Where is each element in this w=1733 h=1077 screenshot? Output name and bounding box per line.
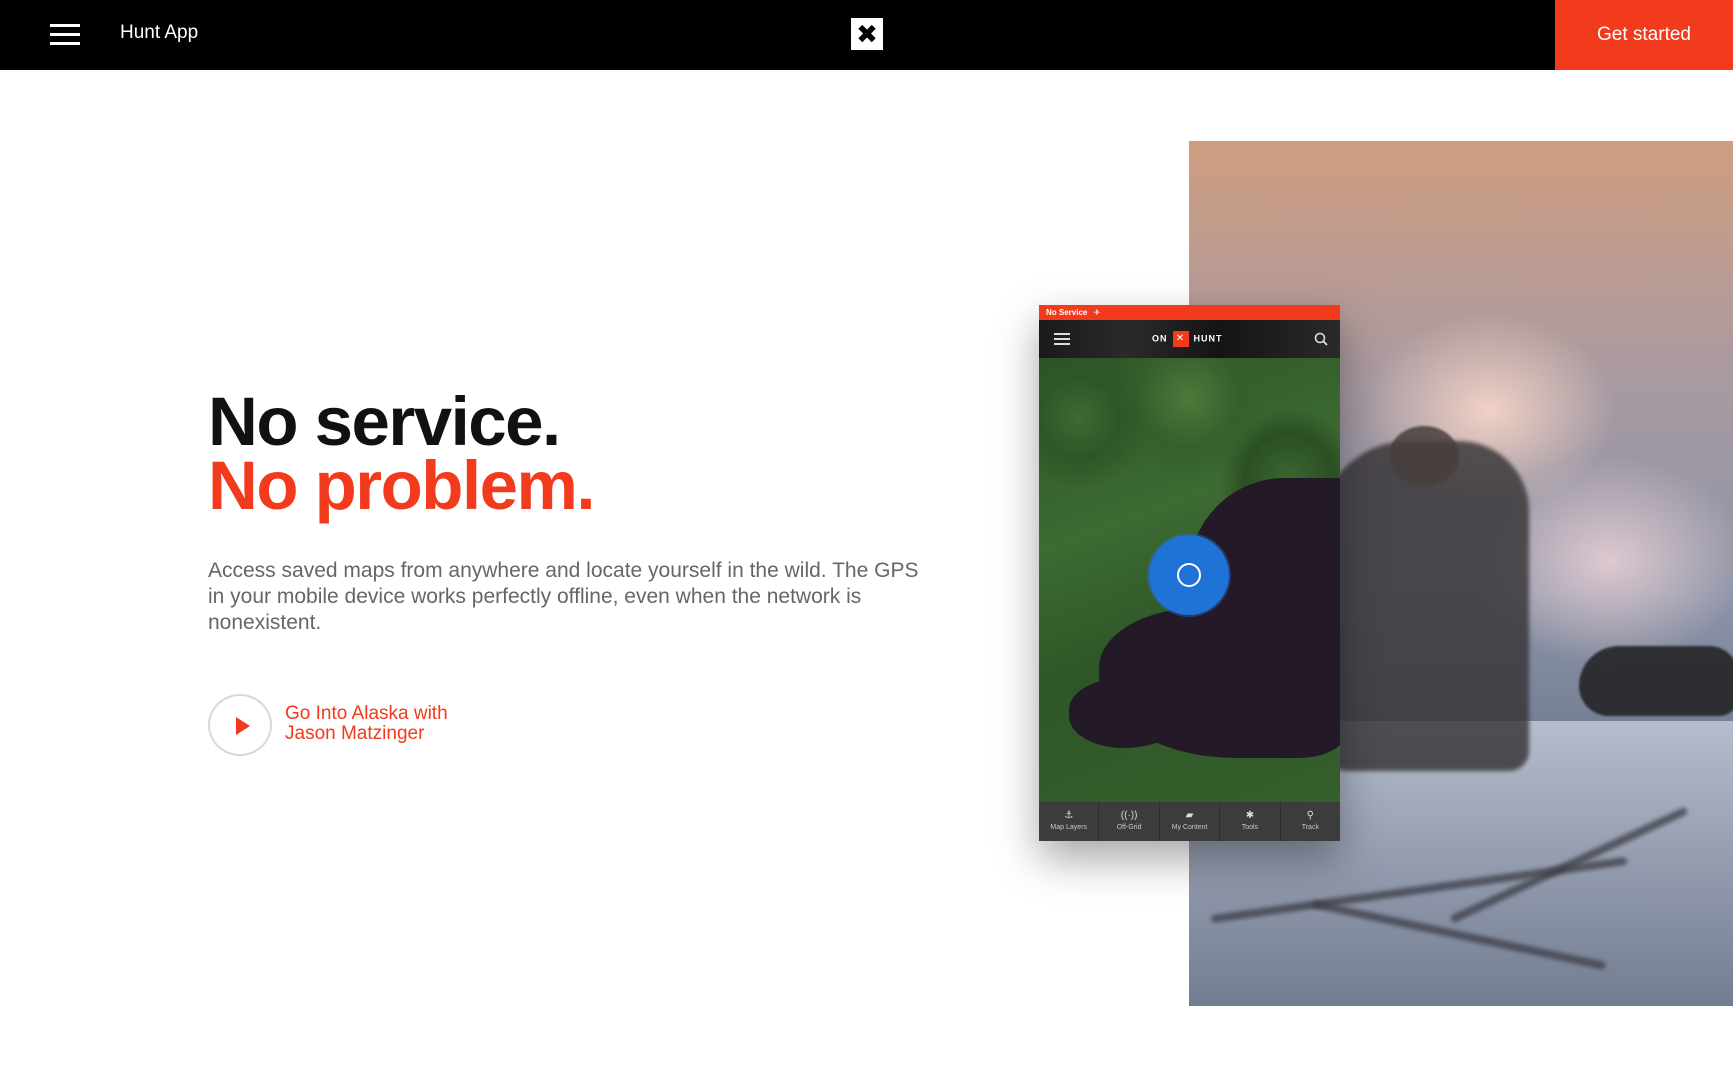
tab-label: Off-Grid (1116, 824, 1142, 831)
tab-tools[interactable]: ✱ Tools (1220, 802, 1281, 841)
brand-right: HUNT (1193, 333, 1223, 344)
no-service-banner: No Service ✈ (1039, 305, 1340, 320)
tab-map-layers[interactable]: ⚓ Map Layers (1039, 802, 1100, 841)
status-text: No Service (1046, 308, 1088, 317)
track-icon: ⚲ (1306, 810, 1314, 821)
video-link-label[interactable]: Go Into Alaska with Jason Matzinger (285, 704, 525, 744)
hero-description: Access saved maps from anywhere and loca… (208, 559, 919, 634)
satellite-map[interactable] (1039, 358, 1340, 802)
tab-off-grid[interactable]: ((·)) Off-Grid (1099, 802, 1160, 841)
video-link-line-2[interactable]: Jason Matzinger (285, 723, 424, 744)
get-started-button[interactable]: Get started (1555, 0, 1733, 70)
play-icon[interactable] (208, 694, 272, 756)
phone-tab-bar: ⚓ Map Layers ((·)) Off-Grid ▰ My Content… (1039, 802, 1340, 841)
hamburger-menu-icon[interactable] (44, 20, 86, 50)
phone-mockup: No Service ✈ ON ✕ HUNT ⚓ Map Layers ((·)) … (1039, 305, 1340, 841)
photo-hunter (1319, 441, 1529, 771)
onx-hunt-logo: ON ✕ HUNT (1152, 331, 1223, 347)
tools-icon: ✱ (1245, 810, 1255, 821)
onx-logo-icon[interactable]: ✖ (851, 18, 883, 50)
gps-location-marker[interactable] (1149, 535, 1229, 615)
airplane-icon: ✈ (1093, 308, 1101, 317)
phone-app-bar: ON ✕ HUNT (1039, 320, 1340, 358)
folder-icon: ▰ (1185, 810, 1194, 821)
headline-line-1: No service. (208, 383, 561, 460)
video-link-line-1[interactable]: Go Into Alaska with (285, 703, 448, 724)
tab-label: Tools (1241, 824, 1259, 831)
brand-x-icon: ✕ (1172, 331, 1189, 347)
photo-dog (1579, 646, 1733, 716)
tab-label: Map Layers (1050, 824, 1087, 831)
tab-track[interactable]: ⚲ Track (1281, 802, 1340, 841)
hero-headline: No service. No problem. (208, 383, 596, 524)
app-title[interactable]: Hunt App (120, 22, 198, 44)
tab-my-content[interactable]: ▰ My Content (1160, 802, 1221, 841)
photo-hunter-head (1389, 426, 1459, 486)
phone-menu-icon[interactable] (1054, 333, 1070, 345)
off-grid-icon: ((·)) (1120, 810, 1138, 821)
tab-label: Track (1301, 824, 1319, 831)
map-layers-icon: ⚓ (1064, 810, 1074, 821)
headline-line-2: No problem. (208, 447, 596, 524)
brand-left: ON (1152, 333, 1168, 344)
search-icon[interactable] (1314, 332, 1328, 346)
top-nav: Hunt App ✖ Get started (0, 0, 1733, 70)
tab-label: My Content (1171, 824, 1208, 831)
